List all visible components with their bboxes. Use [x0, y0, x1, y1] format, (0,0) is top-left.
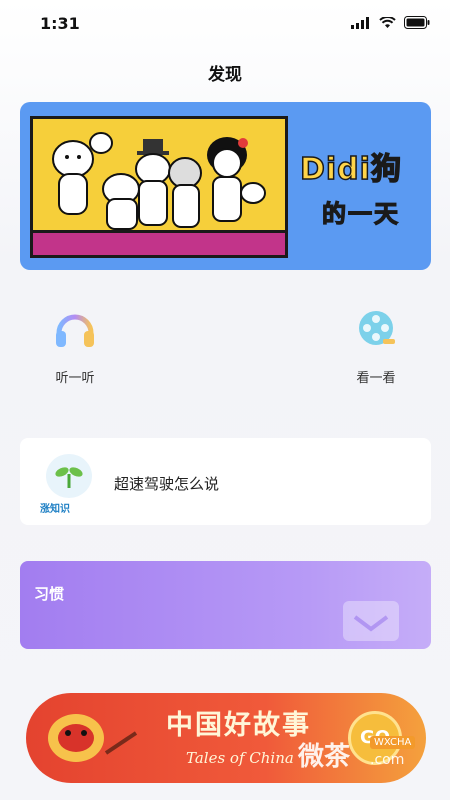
habit-card[interactable]: 习惯 — [20, 561, 431, 649]
watermark: WXCHA 微茶 .com — [290, 716, 440, 776]
promo-subtitle: Tales of China — [186, 749, 294, 767]
wifi-icon — [379, 16, 396, 28]
banner-illustration — [30, 116, 288, 258]
watch-entry[interactable]: 看一看 — [331, 305, 421, 386]
lion-dance-icon — [48, 714, 138, 762]
status-icons — [351, 16, 430, 29]
watermark-domain: .com — [370, 752, 405, 768]
listen-label: 听一听 — [55, 371, 95, 386]
page-title: 发现 — [208, 65, 242, 85]
signal-icon — [351, 16, 369, 29]
banner-floor — [33, 230, 285, 255]
watch-label: 看一看 — [356, 371, 396, 386]
knowledge-logo-text: 涨知识 — [40, 504, 70, 515]
knowledge-title: 超速驾驶怎么说 — [114, 475, 220, 493]
headphones-icon — [56, 314, 94, 347]
battery-icon — [404, 16, 430, 29]
status-bar: 1:31 — [0, 0, 450, 48]
film-reel-icon — [359, 311, 395, 345]
calendar-icon — [343, 601, 399, 641]
knowledge-card[interactable]: 涨知识 超速驾驶怎么说 — [20, 438, 431, 525]
sprout-icon — [46, 454, 92, 498]
banner[interactable]: Didi狗 的一天 — [20, 102, 431, 270]
banner-title: Didi狗 — [299, 151, 402, 188]
listen-entry[interactable]: 听一听 — [30, 305, 120, 386]
banner-subtitle: 的一天 — [321, 199, 400, 228]
watermark-tag: WXCHA — [370, 736, 416, 749]
habit-title: 习惯 — [34, 585, 65, 603]
watermark-main: 微茶 — [298, 742, 351, 772]
status-time: 1:31 — [40, 14, 80, 33]
